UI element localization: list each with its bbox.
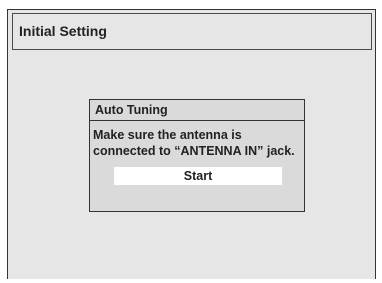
dialog-header: Auto Tuning xyxy=(90,100,304,121)
setup-screen: Initial Setting Auto Tuning Make sure th… xyxy=(7,9,376,279)
dialog-message: Make sure the antenna is connected to “A… xyxy=(93,127,305,159)
start-button[interactable]: Start xyxy=(114,167,282,185)
dialog-title: Auto Tuning xyxy=(95,103,168,117)
dialog-message-line: connected to “ANTENNA IN” jack. xyxy=(93,144,295,158)
auto-tuning-dialog: Auto Tuning Make sure the antenna is con… xyxy=(89,99,305,212)
title-bar: Initial Setting xyxy=(12,13,372,50)
screen-title: Initial Setting xyxy=(19,23,107,39)
dialog-message-line: Make sure the antenna is xyxy=(93,128,242,142)
